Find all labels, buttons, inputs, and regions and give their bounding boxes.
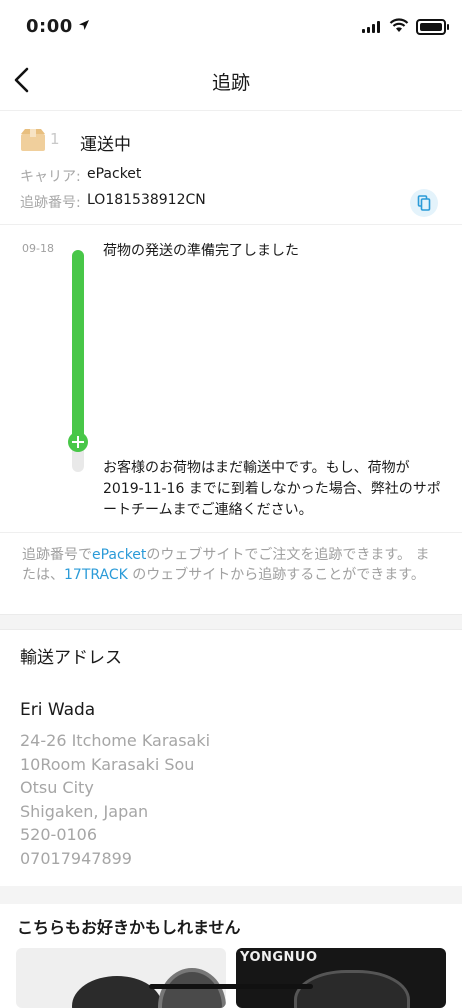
epacket-link[interactable]: ePacket: [92, 547, 146, 563]
section-gap: [0, 614, 462, 630]
recipient-name: Eri Wada: [20, 700, 96, 720]
cellular-signal-icon: [362, 21, 380, 33]
carrier-value: ePacket: [87, 166, 142, 182]
expand-timeline-icon[interactable]: [68, 432, 88, 452]
address-phone: 07017947899: [20, 848, 132, 868]
timeline-date: 09-18: [22, 242, 54, 255]
product-card-camera-lens[interactable]: [16, 948, 226, 1008]
timeline-event-text: 荷物の発送の準備完了しました: [103, 243, 299, 259]
section-gap: [0, 886, 462, 904]
timeline-progress: [72, 250, 84, 443]
wifi-icon: [389, 18, 409, 32]
address-lines: 24-26 Itchome Karasaki 10Room Karasaki S…: [20, 729, 210, 870]
status-time: 0:00: [26, 16, 73, 37]
shipping-status: 運送中: [80, 135, 131, 155]
battery-icon: [416, 19, 449, 35]
page-title: 追跡: [211, 72, 250, 94]
tracking-number-label: 追跡番号:: [20, 195, 81, 211]
address-line: 24-26 Itchome Karasaki: [20, 731, 211, 750]
copy-tracking-button[interactable]: [410, 189, 438, 217]
carrier-label: キャリア:: [20, 169, 81, 185]
package-count: 1: [50, 130, 60, 148]
address-line: Otsu City: [20, 778, 94, 797]
product-brand-label: YONGNUO: [240, 950, 318, 965]
address-line: 10Room Karasaki Sou: [20, 754, 195, 774]
divider: [0, 532, 462, 533]
info-text-part: のウェブサイトから追跡することができます。: [127, 567, 425, 583]
home-indicator[interactable]: [149, 984, 313, 989]
address-line: Shigaken, Japan: [20, 801, 149, 821]
17track-link[interactable]: 17TRACK: [64, 567, 128, 583]
copy-icon: [417, 195, 431, 211]
tracking-info-text: 追跡番号でePacketのウェブサイトでご注文を追跡できます。 または、17TR…: [22, 545, 442, 585]
delivery-notice-text: お客様のお荷物はまだ輸送中です。もし、荷物が2019-11-16 までに到着しな…: [103, 460, 441, 518]
divider: [0, 224, 462, 225]
tracking-number-value: LO181538912CN: [87, 192, 206, 208]
shipping-address-title: 輸送アドレス: [20, 648, 122, 668]
product-image: [72, 976, 162, 1008]
product-card-yongnuo[interactable]: YONGNUO: [236, 948, 446, 1008]
package-box-icon: [21, 129, 45, 151]
product-image: [294, 970, 410, 1008]
address-zip: 520-0106: [20, 825, 98, 844]
divider: [0, 110, 462, 111]
recommendations-title: こちらもお好きかもしれません: [17, 918, 241, 937]
location-arrow-icon: [79, 20, 89, 30]
info-text-part: 追跡番号で: [22, 547, 92, 563]
